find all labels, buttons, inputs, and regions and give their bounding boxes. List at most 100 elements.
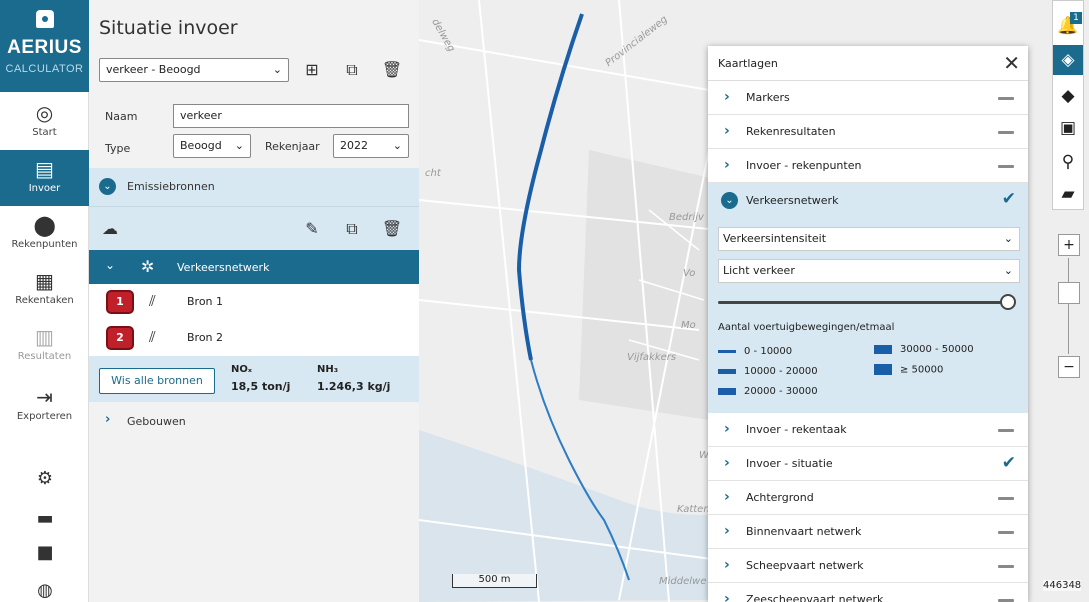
copy-icon[interactable]: ⧉ [341,218,363,240]
chevron-down-icon: ⌄ [1003,232,1013,245]
wis-alle-bronnen-button[interactable]: Wis alle bronnen [99,368,215,394]
nav-rekenpunten[interactable]: ⬤ Rekenpunten [0,206,89,262]
tag-icon: ◆ [1061,86,1075,106]
bron-item[interactable]: 1 ⫽ Bron 1 [89,284,419,320]
map-label: Vo [683,268,696,279]
tag-button[interactable]: ◆ [1053,81,1083,111]
emission-totals: Wis alle bronnen NOₓ 18,5 ton/j NH₃ 1.24… [89,356,419,402]
zoom-out-button[interactable]: − [1058,356,1080,378]
layer-row-invoer-rekentaak[interactable]: › Invoer - rekentaak [708,413,1028,447]
type-select[interactable]: Beoogd ⌄ [173,134,251,158]
opacity-slider-handle[interactable] [1000,294,1016,310]
layer-hidden-icon[interactable] [998,497,1014,500]
target-icon: ◎ [35,101,54,125]
info-icon: ▣ [1059,118,1077,138]
chevron-down-icon: ⌄ [272,63,282,76]
legend-item: 0 - 10000 [718,346,792,357]
layer-hidden-icon[interactable] [998,97,1014,100]
layer-hidden-icon[interactable] [998,429,1014,432]
legend-item: 20000 - 30000 [718,386,818,397]
legend-label: 0 - 10000 [744,346,793,357]
legend-item: ≥ 50000 [874,364,943,376]
vehicle-select[interactable]: Licht verkeer ⌄ [718,259,1020,283]
chevron-down-icon[interactable]: ⌄ [721,192,738,209]
verkeersnetwerk-group[interactable]: ⌄ ✲ Verkeersnetwerk [89,250,419,284]
page-title: Situatie invoer [99,17,238,39]
rekenjaar-select[interactable]: 2022 ⌄ [333,134,409,158]
add-situation-icon[interactable]: ⊞ [301,59,323,81]
gear-icon[interactable]: ⚙ [34,468,56,490]
info-button[interactable]: ▣ [1053,113,1083,143]
trash-icon[interactable]: 🗑 [381,59,403,81]
nav-exporteren[interactable]: ⇥ Exporteren [0,378,89,434]
vehicle-select-value: Licht verkeer [723,264,795,277]
intensity-select[interactable]: Verkeersintensiteit ⌄ [718,227,1020,251]
notification-button[interactable]: 🔔 1 [1053,11,1083,41]
nh3-value: 1.246,3 kg/j [317,380,391,393]
layer-row-markers[interactable]: › Markers [708,81,1028,115]
layer-row-achtergrond[interactable]: › Achtergrond [708,481,1028,515]
add-source-icon[interactable]: ☁ [99,218,121,240]
close-icon[interactable]: ✕ [1003,51,1020,75]
zoom-slider-handle[interactable] [1058,282,1080,304]
layer-hidden-icon[interactable] [998,131,1014,134]
chevron-down-icon: ⌄ [234,139,244,152]
chevron-down-icon: ⌄ [392,139,402,152]
layer-hidden-icon[interactable] [998,531,1014,534]
check-icon[interactable]: ✔ [1002,189,1016,209]
legend-swatch [718,387,736,395]
bron-item[interactable]: 2 ⫽ Bron 2 [89,320,419,356]
layer-row-zeescheepvaart[interactable]: › Zeescheepvaart netwerk [708,583,1028,602]
layer-name: Verkeersnetwerk [746,194,839,207]
book-icon[interactable]: ■ [34,542,56,564]
nav-invoer[interactable]: ▤ Invoer [0,150,89,206]
map-label: Mo [681,320,696,331]
aerius-glyph-icon [36,10,54,28]
nav-start-label: Start [32,127,57,138]
layers-button[interactable]: ◈ [1053,45,1083,75]
measure-button[interactable]: ▰ [1053,179,1083,209]
road-icon: ⫽ [149,292,156,310]
layer-row-invoer-rekenpunten[interactable]: › Invoer - rekenpunten [708,149,1028,183]
chevron-down-icon: ⌄ [1003,264,1013,277]
trash-icon[interactable]: 🗑 [381,218,403,240]
kaartlagen-panel: Kaartlagen ✕ › Markers › Rekenresultaten… [708,46,1028,602]
situation-select-value: verkeer - Beoogd [106,63,201,76]
copy-situation-icon[interactable]: ⧉ [341,59,363,81]
chevron-right-icon: › [724,591,730,602]
layer-row-scheepvaart[interactable]: › Scheepvaart netwerk [708,549,1028,583]
nav-rekentaken[interactable]: ▦ Rekentaken [0,262,89,318]
layer-row-rekenresultaten[interactable]: › Rekenresultaten [708,115,1028,149]
edit-icon[interactable]: ✎ [301,218,323,240]
zoom-in-button[interactable]: + [1058,234,1080,256]
nav-start[interactable]: ◎ Start [0,94,89,150]
layer-row-invoer-situatie[interactable]: › Invoer - situatie ✔ [708,447,1028,481]
bron-name: Bron 2 [187,331,224,344]
chevron-right-icon: › [724,557,730,573]
layer-hidden-icon[interactable] [998,165,1014,168]
globe-icon[interactable]: ◍ [34,580,56,602]
layer-name: Achtergrond [746,491,814,504]
zoom-slider-track[interactable] [1068,258,1069,354]
message-icon[interactable]: ▬ [34,508,56,530]
calculator-icon: ▦ [35,269,54,293]
kaartlagen-header: Kaartlagen ✕ [708,46,1028,81]
naam-input[interactable]: verkeer [173,104,409,128]
search-button[interactable]: ⚲ [1053,147,1083,177]
bar-chart-icon: ▥ [35,325,54,349]
legend-title: Aantal voertuigbewegingen/etmaal [718,322,895,333]
search-icon: ⚲ [1061,152,1075,172]
aerius-logo[interactable]: AERIUS CALCULATOR [0,0,89,92]
gebouwen-header[interactable]: › Gebouwen [89,402,419,440]
gebouwen-label: Gebouwen [127,415,186,428]
nav-resultaten[interactable]: ▥ Resultaten [0,318,89,374]
situation-select[interactable]: verkeer - Beoogd ⌄ [99,58,289,82]
chevron-down-icon: ⌄ [99,178,116,195]
check-icon[interactable]: ✔ [1002,453,1016,473]
ruler-icon: ▰ [1061,184,1075,204]
emissiebronnen-header[interactable]: ⌄ Emissiebronnen [89,168,419,206]
chevron-right-icon: › [105,412,111,427]
opacity-slider-track[interactable] [718,301,1008,304]
layer-row-binnenvaart[interactable]: › Binnenvaart netwerk [708,515,1028,549]
layer-hidden-icon[interactable] [998,565,1014,568]
